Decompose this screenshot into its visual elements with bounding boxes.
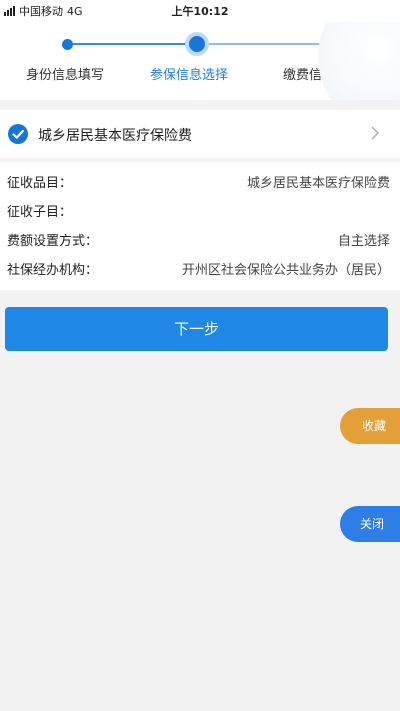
step-1-label: 身份信息填写 <box>26 68 105 83</box>
detail-value: 城乡居民基本医疗保险费 <box>246 176 390 191</box>
detail-label: 征收子目： <box>7 205 73 220</box>
insurance-type-selector[interactable]: 城乡居民基本医疗保险费 <box>0 110 400 158</box>
status-time: 上午10:12 <box>171 5 229 18</box>
step-2-label: 参保信息选择 <box>150 68 229 83</box>
insurance-details: 征收品目： 城乡居民基本医疗保险费 征收子目： 费额设置方式： 自主选择 社保经… <box>0 162 400 290</box>
next-step-button[interactable]: 下一步 <box>5 307 388 351</box>
step-3-label: 缴费信 <box>283 68 323 83</box>
stepper-track-pending <box>197 43 332 45</box>
check-circle-icon <box>8 124 28 144</box>
status-bar: 中国移动 4G 上午10:12 <box>0 0 400 22</box>
favorite-button[interactable]: 收藏 <box>340 408 400 444</box>
detail-label: 征收品目： <box>7 176 73 191</box>
chevron-right-icon <box>369 124 381 146</box>
step-2-dot <box>189 36 205 52</box>
detail-row: 征收品目： 城乡居民基本医疗保险费 <box>0 166 400 194</box>
detail-row: 费额设置方式： 自主选择 <box>0 224 400 252</box>
progress-stepper: 身份信息填写 参保信息选择 缴费信 <box>0 22 400 100</box>
floating-assistant-orb[interactable] <box>318 22 400 100</box>
detail-label: 社保经办机构： <box>7 263 99 278</box>
detail-row: 征收子目： <box>0 195 400 223</box>
detail-value: 开州区社会保险公共业务办（居民） <box>181 263 390 278</box>
stepper-track-done <box>67 43 197 45</box>
close-button[interactable]: 关闭 <box>340 506 400 542</box>
detail-label: 费额设置方式： <box>7 234 99 249</box>
insurance-type-title: 城乡居民基本医疗保险费 <box>38 128 192 144</box>
step-1-dot <box>62 39 73 50</box>
detail-value: 自主选择 <box>337 234 390 249</box>
detail-row: 社保经办机构： 开州区社会保险公共业务办（居民） <box>0 253 400 281</box>
